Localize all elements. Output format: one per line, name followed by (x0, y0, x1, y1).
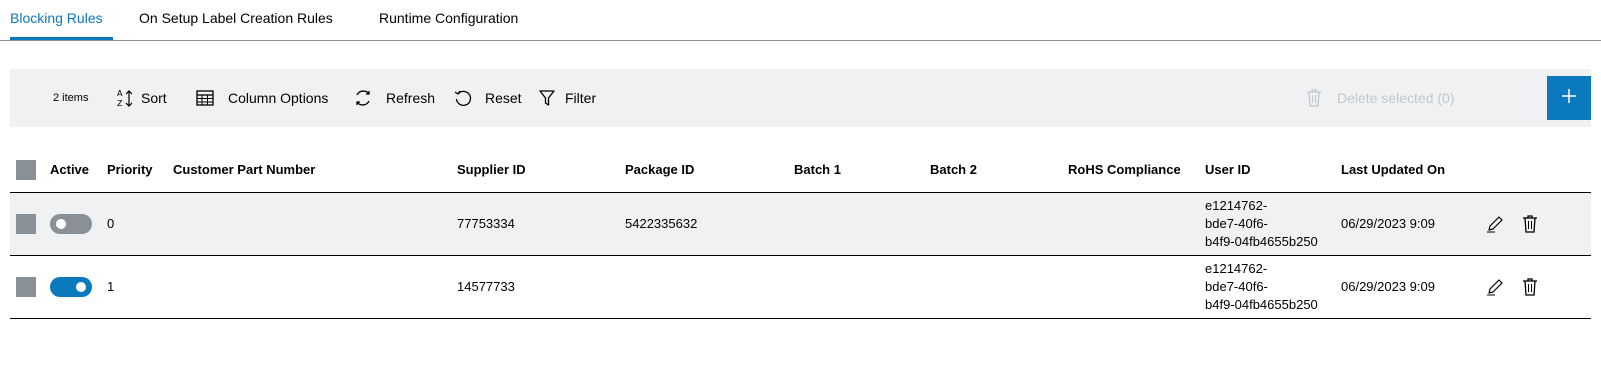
row-checkbox[interactable] (16, 214, 36, 234)
column-header-active[interactable]: Active (50, 162, 89, 177)
svg-text:Z: Z (117, 99, 123, 108)
delete-selected-label: Delete selected (0) (1337, 90, 1455, 106)
active-tab-indicator (10, 37, 113, 40)
svg-text:A: A (117, 89, 123, 98)
tab-blocking-rules[interactable]: Blocking Rules (10, 10, 103, 26)
refresh-label: Refresh (386, 90, 436, 106)
edit-icon[interactable] (1486, 215, 1504, 238)
active-toggle[interactable] (50, 277, 92, 297)
table-row[interactable]: 0 77753334 5422335632 e1214762- bde7-40f… (10, 193, 1591, 256)
column-header-rohs-compliance[interactable]: RoHS Compliance (1068, 162, 1181, 177)
table-icon (196, 90, 214, 106)
last-updated-cell: 06/29/2023 9:09 (1341, 216, 1435, 231)
user-id-line: e1214762- (1205, 261, 1268, 276)
column-header-user-id[interactable]: User ID (1205, 162, 1251, 177)
user-id-cell: e1214762- bde7-40f6- b4f9-04fb4655b250 (1205, 197, 1318, 251)
filter-icon (539, 88, 555, 108)
active-toggle[interactable] (50, 214, 92, 234)
table-row[interactable]: 1 14577733 e1214762- bde7-40f6- b4f9-04f… (10, 256, 1591, 319)
column-header-batch-1[interactable]: Batch 1 (794, 162, 841, 177)
table-header: Active Priority Customer Part Number Sup… (10, 151, 1591, 193)
trash-icon (1306, 88, 1322, 108)
tab-bar: Blocking Rules On Setup Label Creation R… (0, 0, 1601, 41)
user-id-line: b4f9-04fb4655b250 (1205, 297, 1318, 312)
priority-cell: 0 (107, 216, 115, 231)
column-header-last-updated-on[interactable]: Last Updated On (1341, 162, 1445, 177)
column-header-priority[interactable]: Priority (107, 162, 153, 177)
supplier-id-cell: 77753334 (457, 216, 515, 231)
add-rule-button[interactable] (1547, 76, 1591, 120)
sort-label: Sort (141, 90, 167, 106)
column-header-customer-part-number[interactable]: Customer Part Number (173, 162, 315, 177)
priority-cell: 1 (107, 279, 115, 294)
refresh-icon (353, 88, 373, 108)
user-id-line: e1214762- (1205, 198, 1268, 213)
sort-button[interactable]: A Z Sort (117, 69, 167, 127)
table-toolbar: 2 items A Z Sort Column Options Refresh … (10, 69, 1591, 127)
user-id-line: b4f9-04fb4655b250 (1205, 234, 1318, 249)
last-updated-cell: 06/29/2023 9:09 (1341, 279, 1435, 294)
column-options-label: Column Options (228, 90, 329, 106)
supplier-id-cell: 14577733 (457, 279, 515, 294)
select-all-checkbox[interactable] (16, 160, 36, 180)
filter-label: Filter (565, 90, 597, 106)
edit-icon[interactable] (1486, 278, 1504, 301)
user-id-cell: e1214762- bde7-40f6- b4f9-04fb4655b250 (1205, 260, 1318, 314)
reset-button[interactable]: Reset (453, 69, 522, 127)
filter-button[interactable]: Filter (539, 69, 596, 127)
user-id-line: bde7-40f6- (1205, 279, 1268, 294)
delete-row-icon[interactable] (1522, 277, 1538, 302)
user-id-line: bde7-40f6- (1205, 216, 1268, 231)
reset-icon (453, 88, 473, 108)
blocking-rules-table: Active Priority Customer Part Number Sup… (10, 151, 1591, 319)
plus-icon (1560, 87, 1578, 110)
column-header-batch-2[interactable]: Batch 2 (930, 162, 977, 177)
sort-icon: A Z (117, 88, 135, 108)
reset-label: Reset (485, 90, 522, 106)
toggle-knob (76, 282, 86, 292)
package-id-cell: 5422335632 (625, 216, 698, 231)
column-header-supplier-id[interactable]: Supplier ID (457, 162, 526, 177)
tab-runtime-configuration[interactable]: Runtime Configuration (379, 10, 518, 26)
item-count: 2 items (53, 92, 89, 104)
column-options-button[interactable]: Column Options (196, 69, 328, 127)
delete-row-icon[interactable] (1522, 214, 1538, 239)
delete-selected-button[interactable]: Delete selected (0) (1306, 69, 1455, 127)
toggle-knob (56, 219, 66, 229)
row-checkbox[interactable] (16, 277, 36, 297)
column-header-package-id[interactable]: Package ID (625, 162, 694, 177)
tab-on-setup-label-creation-rules[interactable]: On Setup Label Creation Rules (139, 10, 333, 26)
refresh-button[interactable]: Refresh (353, 69, 435, 127)
